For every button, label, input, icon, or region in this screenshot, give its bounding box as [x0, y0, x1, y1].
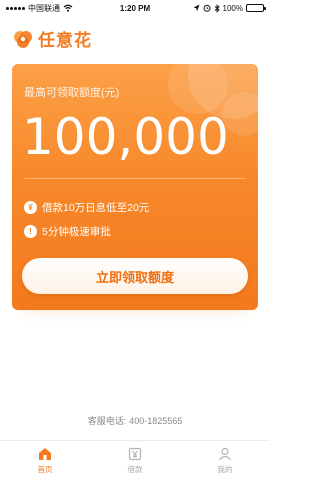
- battery-icon: [246, 4, 266, 12]
- status-bar: 中国联通 1:20 PM 100%: [0, 0, 270, 16]
- bluetooth-icon: [214, 3, 220, 13]
- location-icon: [193, 4, 200, 12]
- feature-text: 借款10万日息低至20元: [42, 202, 150, 214]
- user-icon: [217, 446, 233, 462]
- credit-limit-card: 最高可领取额度(元) 100,000 ¥ 借款10万日息低至20元 ! 5分钟极…: [12, 64, 258, 310]
- tab-loan[interactable]: 借款: [90, 441, 180, 480]
- limit-label: 最高可领取额度(元): [24, 87, 120, 99]
- status-left: 中国联通: [6, 3, 73, 14]
- claim-limit-button[interactable]: 立即领取额度: [22, 258, 248, 294]
- feature-text: 5分钟极速审批: [42, 226, 111, 238]
- yen-icon: ¥: [24, 201, 37, 214]
- service-phone-label: 客服电话:: [87, 416, 127, 426]
- card-divider: [24, 178, 246, 179]
- signal-icon: [6, 6, 25, 10]
- bottom-tab-bar: 首页 借款 我的: [0, 440, 270, 480]
- brand-name: 任意花: [38, 31, 92, 50]
- status-right: 100%: [193, 3, 266, 13]
- app-header: 任意花: [12, 26, 92, 51]
- wifi-icon: [63, 4, 73, 12]
- service-phone: 客服电话: 400-1825565: [0, 414, 270, 427]
- brand-logo-icon: [14, 30, 32, 48]
- tab-home[interactable]: 首页: [0, 441, 90, 480]
- feature-item-loan: ¥ 借款10万日息低至20元: [24, 200, 149, 215]
- carrier-label: 中国联通: [28, 3, 60, 13]
- tab-mine[interactable]: 我的: [180, 441, 270, 480]
- limit-amount: 100,000: [22, 108, 229, 166]
- feature-item-approval: ! 5分钟极速审批: [24, 224, 111, 239]
- service-phone-number[interactable]: 400-1825565: [129, 416, 182, 426]
- home-icon: [37, 446, 53, 462]
- tab-label: 首页: [37, 465, 53, 474]
- loan-icon: [127, 446, 143, 462]
- tab-label: 借款: [127, 465, 143, 474]
- tab-label: 我的: [217, 465, 233, 474]
- alarm-icon: [203, 4, 211, 12]
- lightning-icon: !: [24, 225, 37, 238]
- battery-percent: 100%: [222, 3, 243, 13]
